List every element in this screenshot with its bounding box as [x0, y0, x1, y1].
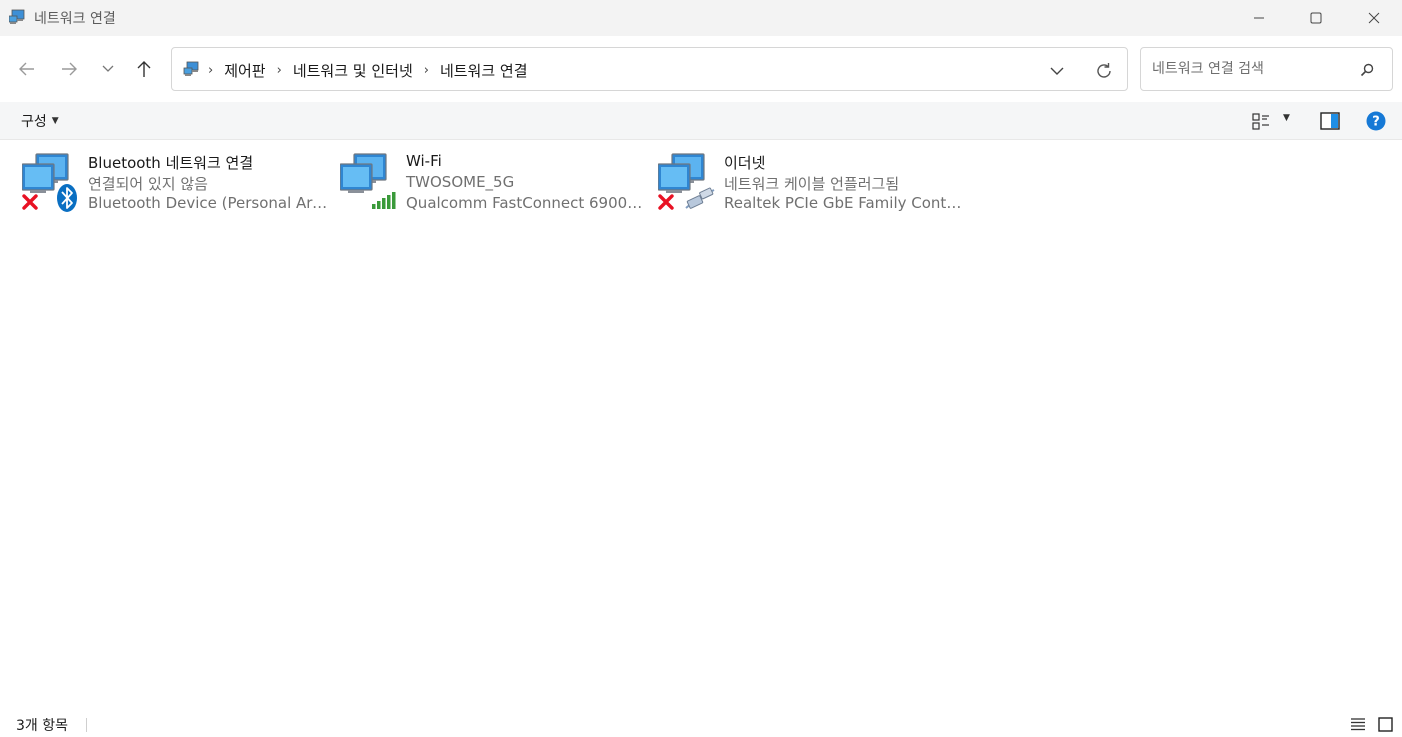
breadcrumb-network-connections[interactable]: 네트워크 연결: [440, 60, 528, 81]
disconnected-x-icon: [658, 194, 674, 210]
connection-item-bluetooth[interactable]: Bluetooth 네트워크 연결 연결되어 있지 않음 Bluetooth D…: [22, 150, 332, 220]
back-button[interactable]: [11, 54, 41, 84]
network-adapter-icon: [22, 153, 77, 212]
breadcrumb-network-internet[interactable]: 네트워크 및 인터넷: [293, 60, 413, 81]
search-icon[interactable]: [1359, 62, 1375, 78]
connection-status: 연결되어 있지 않음: [88, 175, 208, 193]
organize-menu-button[interactable]: 구성 ▼: [21, 111, 59, 131]
help-icon[interactable]: ?: [1366, 111, 1386, 131]
command-bar: 구성 ▼ ▼ ?: [0, 102, 1402, 140]
change-view-icon[interactable]: [1251, 111, 1271, 131]
address-bar[interactable]: › 제어판 › 네트워크 및 인터넷 › 네트워크 연결: [171, 47, 1128, 91]
close-button[interactable]: [1351, 0, 1397, 36]
connection-device: Bluetooth Device (Personal Area ...: [88, 194, 328, 212]
details-view-icon[interactable]: [1350, 717, 1366, 731]
arrow-left-icon: [19, 62, 34, 76]
network-adapter-icon: [340, 153, 396, 209]
file-list: Bluetooth 네트워크 연결 연결되어 있지 않음 Bluetooth D…: [0, 140, 1402, 708]
network-connections-icon: [9, 9, 25, 24]
breadcrumb-separator[interactable]: ›: [277, 63, 282, 78]
status-divider: [86, 718, 87, 732]
close-icon: [1368, 12, 1380, 24]
recent-locations-button[interactable]: [93, 54, 123, 84]
view-options-caret-icon[interactable]: ▼: [1283, 113, 1290, 123]
large-icons-view-icon[interactable]: [1378, 717, 1393, 732]
minimize-button[interactable]: [1236, 0, 1282, 36]
arrow-up-icon: [137, 61, 151, 77]
disconnected-x-icon: [22, 194, 38, 210]
connection-item-wifi[interactable]: Wi-Fi TWOSOME_5G Qualcomm FastConnect 69…: [340, 150, 650, 220]
preview-pane-icon[interactable]: [1320, 112, 1340, 130]
connection-item-ethernet[interactable]: 이더넷 네트워크 케이블 언플러그됨 Realtek PCIe GbE Fami…: [658, 150, 968, 220]
breadcrumb: › 제어판 › 네트워크 및 인터넷 › 네트워크 연결: [208, 60, 528, 81]
arrow-right-icon: [62, 62, 77, 76]
window-title: 네트워크 연결: [34, 11, 116, 27]
search-input[interactable]: [1152, 58, 1352, 80]
connection-name: 이더넷: [724, 154, 766, 172]
network-adapter-icon: [658, 153, 715, 210]
connection-device: Qualcomm FastConnect 6900 Wi...: [406, 194, 646, 212]
forward-button[interactable]: [55, 54, 85, 84]
address-dropdown-icon[interactable]: [1047, 61, 1067, 81]
wifi-signal-icon: [372, 192, 396, 209]
refresh-icon[interactable]: [1093, 60, 1115, 82]
up-button[interactable]: [129, 54, 159, 84]
connection-name: Bluetooth 네트워크 연결: [88, 154, 254, 172]
title-bar: 네트워크 연결: [0, 0, 1402, 36]
breadcrumb-control-panel[interactable]: 제어판: [224, 60, 265, 81]
navigation-bar: › 제어판 › 네트워크 및 인터넷 › 네트워크 연결: [0, 36, 1402, 102]
maximize-button[interactable]: [1293, 0, 1339, 36]
minimize-icon: [1254, 17, 1264, 19]
breadcrumb-separator[interactable]: ›: [424, 63, 429, 78]
connection-status: TWOSOME_5G: [406, 173, 515, 191]
connection-device: Realtek PCIe GbE Family Control...: [724, 194, 964, 212]
maximize-icon: [1310, 12, 1322, 24]
breadcrumb-separator[interactable]: ›: [208, 63, 213, 78]
chevron-down-icon: [102, 65, 114, 72]
control-panel-icon: [183, 61, 199, 76]
connection-status: 네트워크 케이블 언플러그됨: [724, 175, 900, 193]
item-count: 3개 항목: [16, 718, 68, 734]
search-box[interactable]: [1140, 47, 1393, 91]
bluetooth-icon: [57, 184, 77, 212]
connection-name: Wi-Fi: [406, 152, 442, 170]
status-bar: 3개 항목: [0, 708, 1402, 737]
caret-down-icon: ▼: [51, 116, 59, 126]
organize-label: 구성: [21, 114, 47, 130]
ethernet-cable-icon: [685, 187, 715, 209]
svg-text:?: ?: [1372, 115, 1380, 130]
